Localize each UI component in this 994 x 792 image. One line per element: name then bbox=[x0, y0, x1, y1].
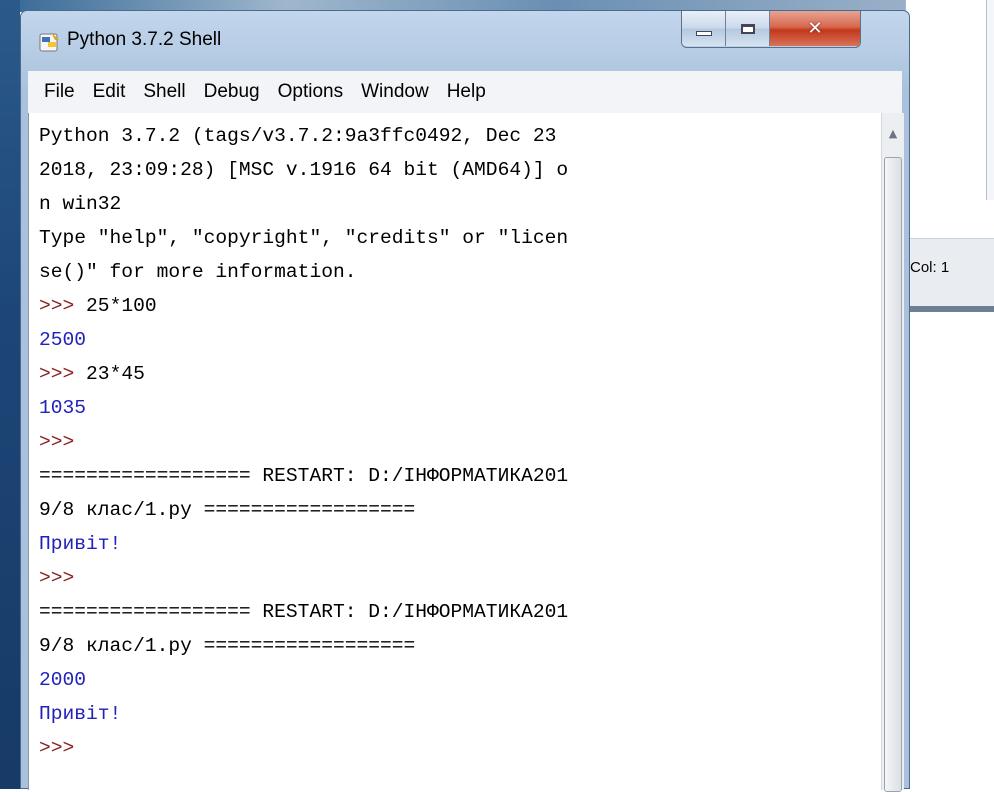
window-title: Python 3.7.2 Shell bbox=[67, 29, 222, 50]
shell-line: >>> 23*45 bbox=[39, 357, 871, 391]
close-button[interactable]: ✕ bbox=[770, 11, 860, 46]
shell-input-text: 23*45 bbox=[86, 363, 145, 385]
scroll-up-arrow-icon[interactable]: ▲ bbox=[882, 113, 904, 153]
menu-edit[interactable]: Edit bbox=[84, 71, 135, 113]
menu-shell[interactable]: Shell bbox=[134, 71, 194, 113]
menu-help[interactable]: Help bbox=[438, 71, 495, 113]
shell-line: Python 3.7.2 (tags/v3.7.2:9a3ffc0492, De… bbox=[39, 125, 557, 147]
shell-line: 1035 bbox=[39, 397, 87, 419]
shell-line: se()" for more information. bbox=[39, 261, 357, 283]
menu-options[interactable]: Options bbox=[269, 71, 352, 113]
shell-line: >>> bbox=[39, 567, 75, 589]
menu-window[interactable]: Window bbox=[352, 71, 438, 113]
maximize-button[interactable] bbox=[726, 11, 770, 46]
shell-line: 9/8 клас/1.py ================== bbox=[39, 635, 416, 657]
caption-buttons: ✕ bbox=[681, 11, 861, 48]
shell-line: Привіт! bbox=[39, 703, 122, 725]
shell-editor[interactable]: Python 3.7.2 (tags/v3.7.2:9a3ffc0492, De… bbox=[28, 113, 904, 792]
shell-line: ================== RESTART: D:/ІНФОРМАТИ… bbox=[39, 465, 569, 487]
background-window-statusbar: Col: 1 bbox=[906, 238, 994, 308]
shell-text-area[interactable]: Python 3.7.2 (tags/v3.7.2:9a3ffc0492, De… bbox=[39, 119, 871, 789]
prompt-marker: >>> bbox=[39, 363, 87, 385]
shell-line: >>> bbox=[39, 431, 75, 453]
shell-line: >>> 25*100 bbox=[39, 289, 871, 323]
prompt-marker: >>> bbox=[39, 295, 87, 317]
shell-line: Type "help", "copyright", "credits" or "… bbox=[39, 227, 569, 249]
desktop-background bbox=[0, 0, 20, 789]
background-window-scrollbar[interactable] bbox=[986, 0, 994, 200]
background-window-edge bbox=[906, 306, 994, 312]
menu-file[interactable]: File bbox=[28, 71, 84, 113]
shell-line: n win32 bbox=[39, 193, 122, 215]
status-col-label: Col: 1 bbox=[910, 259, 950, 276]
minimize-button[interactable] bbox=[682, 11, 726, 46]
maximize-icon bbox=[740, 23, 755, 34]
python-shell-icon bbox=[39, 31, 61, 53]
python-shell-window[interactable]: Python 3.7.2 Shell ✕ File Edit Shell Deb… bbox=[20, 10, 910, 792]
background-window[interactable]: Col: 1 bbox=[905, 0, 994, 312]
shell-input-text: 25*100 bbox=[86, 295, 157, 317]
shell-line: 2018, 23:09:28) [MSC v.1916 64 bit (AMD6… bbox=[39, 159, 569, 181]
shell-line: 9/8 клас/1.py ================== bbox=[39, 499, 416, 521]
shell-line: 2500 bbox=[39, 329, 87, 351]
shell-line: Привіт! bbox=[39, 533, 122, 555]
scroll-thumb[interactable] bbox=[884, 157, 902, 792]
shell-line: >>> bbox=[39, 737, 75, 759]
minimize-icon bbox=[695, 31, 712, 36]
title-bar[interactable]: Python 3.7.2 Shell ✕ bbox=[21, 11, 909, 71]
shell-line: ================== RESTART: D:/ІНФОРМАТИ… bbox=[39, 601, 569, 623]
close-icon: ✕ bbox=[807, 18, 823, 39]
menu-bar: File Edit Shell Debug Options Window Hel… bbox=[28, 71, 902, 114]
vertical-scrollbar[interactable]: ▲ bbox=[881, 113, 904, 792]
menu-debug[interactable]: Debug bbox=[195, 71, 269, 113]
shell-line: 2000 bbox=[39, 669, 87, 691]
